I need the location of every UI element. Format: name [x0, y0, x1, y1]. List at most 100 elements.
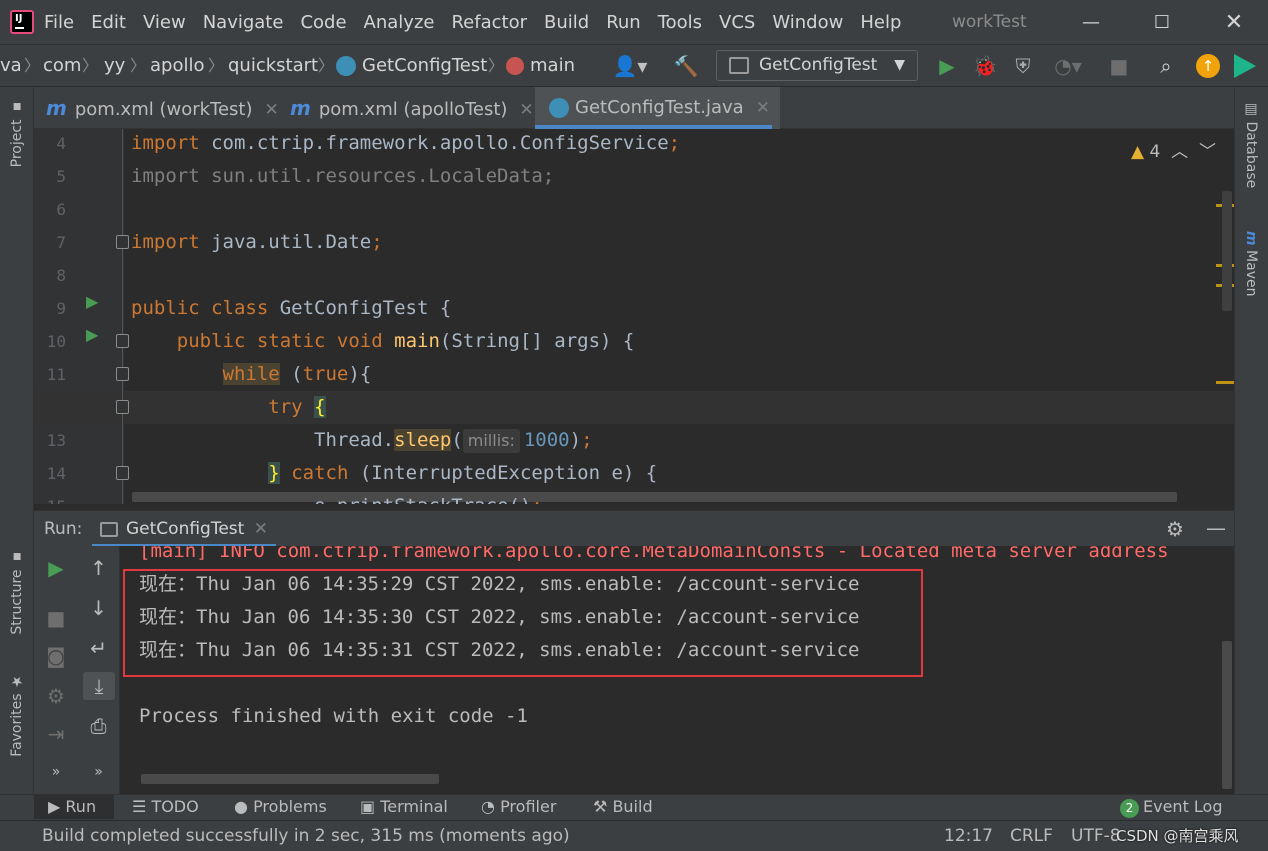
maven-tool-button[interactable]: m Maven	[1243, 231, 1259, 296]
breadcrumb-yy[interactable]: yy	[104, 45, 125, 87]
more-icon[interactable]: »	[78, 758, 119, 786]
tool-tab-problems[interactable]: ● Problems	[234, 795, 327, 819]
tab-getconfigtest-java[interactable]: GetConfigTest.java ✕	[535, 87, 780, 129]
play-icon: ▶	[48, 797, 61, 816]
menu-file[interactable]: File	[44, 0, 74, 45]
tab-pom-apollotest[interactable]: m pom.xml (apolloTest) ✕	[290, 87, 534, 129]
update-icon[interactable]: ↑	[1196, 54, 1220, 78]
menu-build[interactable]: Build	[544, 0, 589, 45]
menu-run[interactable]: Run	[606, 0, 641, 45]
breadcrumb-com[interactable]: com	[43, 45, 81, 87]
menu-refactor[interactable]: Refactor	[451, 0, 527, 45]
status-message[interactable]: Build completed successfully in 2 sec, 3…	[42, 821, 570, 851]
exit-icon[interactable]: ⇥	[34, 720, 78, 748]
tab-pom-worktest[interactable]: m pom.xml (workTest) ✕	[46, 87, 279, 129]
project-tool-button[interactable]: Project ▪	[9, 99, 25, 167]
toolbox-icon[interactable]	[1234, 54, 1256, 78]
user-dropdown-icon[interactable]: 👤▾	[610, 45, 650, 87]
fold-marker-icon[interactable]	[116, 367, 129, 381]
breadcrumb-java[interactable]: va	[0, 45, 22, 87]
database-tool-button[interactable]: ▤ Database	[1243, 101, 1259, 188]
breadcrumb-class[interactable]: GetConfigTest	[336, 45, 487, 87]
console-vertical-scrollbar[interactable]	[1222, 641, 1232, 789]
menu-vcs[interactable]: VCS	[719, 0, 755, 45]
menu-tools[interactable]: Tools	[658, 0, 702, 45]
fold-marker-icon[interactable]	[116, 334, 129, 348]
build-hammer-icon[interactable]: 🔨	[670, 45, 702, 87]
soft-wrap-icon[interactable]: ↵	[78, 634, 119, 662]
menu-help[interactable]: Help	[860, 0, 901, 45]
profile-icon[interactable]: ◔▾	[1044, 45, 1092, 87]
inspection-widget[interactable]: ▲ 4 ︿ ﹀	[1131, 137, 1216, 162]
menu-view[interactable]: View	[143, 0, 186, 45]
scroll-to-end-icon[interactable]: ⤓	[83, 672, 115, 700]
run-gutter-icon[interactable]: ▶	[86, 292, 98, 311]
close-window-button[interactable]: ✕	[1210, 0, 1258, 45]
gear-icon[interactable]: ⚙	[1166, 511, 1184, 547]
close-tab-icon[interactable]: ✕	[254, 519, 268, 539]
main-menu: File Edit View Navigate Code Analyze Ref…	[44, 0, 918, 45]
line-number: 8	[56, 266, 66, 285]
close-tab-icon[interactable]: ✕	[519, 100, 533, 120]
breadcrumb-apollo[interactable]: apollo	[150, 45, 204, 87]
menu-navigate[interactable]: Navigate	[203, 0, 284, 45]
arrow-up-icon[interactable]: ↑	[78, 554, 119, 582]
arrow-down-icon[interactable]: ↓	[78, 594, 119, 622]
minimize-button[interactable]: —	[1067, 0, 1115, 45]
stop-icon[interactable]: ■	[1104, 45, 1134, 87]
close-tab-icon[interactable]: ✕	[756, 98, 770, 118]
caret-position[interactable]: 12:17	[944, 821, 993, 851]
hammer-icon: ⚒	[593, 797, 608, 816]
breadcrumb-method-label: main	[530, 55, 575, 76]
tool-tab-terminal[interactable]: ▣ Terminal	[360, 795, 448, 819]
run-tab-getconfigtest[interactable]: GetConfigTest ✕	[92, 511, 276, 547]
code-token: catch	[291, 462, 349, 484]
code-token: 1000	[523, 429, 570, 451]
code-editor[interactable]: 456789101112131415 ▶ ▶ ▲ 4 ︿ ﹀ import co…	[34, 129, 1234, 504]
structure-tool-button[interactable]: Structure ▪	[9, 549, 25, 635]
run-panel-header: Run: GetConfigTest ✕ ⚙ —	[34, 510, 1234, 547]
run-configuration-select[interactable]: GetConfigTest ▼	[716, 50, 918, 81]
more-icon[interactable]: »	[34, 758, 78, 786]
fold-marker-icon[interactable]	[116, 235, 129, 249]
editor-vertical-scrollbar[interactable]	[1222, 191, 1232, 311]
hide-panel-icon[interactable]: —	[1206, 511, 1226, 545]
maven-icon: m	[1243, 231, 1259, 246]
console-horizontal-scrollbar[interactable]	[141, 774, 439, 784]
chevron-down-icon[interactable]: ﹀	[1199, 142, 1216, 162]
run-config-icon	[729, 57, 749, 74]
stop-icon[interactable]: ■	[34, 604, 78, 632]
file-encoding[interactable]: UTF-8	[1071, 821, 1121, 851]
tool-tab-run[interactable]: ▶ Run	[34, 795, 114, 819]
maximize-button[interactable]: ☐	[1138, 0, 1186, 45]
menu-window[interactable]: Window	[772, 0, 843, 45]
menu-analyze[interactable]: Analyze	[364, 0, 435, 45]
chevron-up-icon[interactable]: ︿	[1171, 142, 1188, 162]
search-icon[interactable]: ⌕	[1150, 45, 1182, 87]
console-output[interactable]: [main] INFO com.ctrip.framework.apollo.c…	[120, 546, 1234, 794]
tool-tab-label: Build	[612, 797, 653, 816]
run-gutter-icon[interactable]: ▶	[86, 325, 98, 344]
settings-icon[interactable]: ⚙	[34, 682, 78, 710]
menu-code[interactable]: Code	[300, 0, 346, 45]
breadcrumb-method[interactable]: main	[506, 45, 575, 87]
run-icon[interactable]: ▶	[932, 45, 962, 87]
event-log-button[interactable]: 2 Event Log	[1120, 795, 1223, 819]
breadcrumb-quickstart[interactable]: quickstart	[228, 45, 318, 87]
coverage-shield-icon[interactable]: ⛨	[1008, 45, 1038, 87]
fold-marker-icon[interactable]	[116, 466, 129, 480]
line-separator[interactable]: CRLF	[1010, 821, 1053, 851]
tool-tab-todo[interactable]: ☰ TODO	[132, 795, 199, 819]
fold-marker-icon[interactable]	[116, 400, 129, 414]
favorites-tool-button[interactable]: Favorites ★	[9, 673, 25, 757]
rerun-icon[interactable]: ▶	[34, 554, 78, 582]
print-icon[interactable]: ⎙	[78, 712, 119, 740]
tool-tab-build[interactable]: ⚒ Build	[593, 795, 653, 819]
debug-bug-icon[interactable]: 🐞	[970, 45, 1000, 87]
tool-tab-profiler[interactable]: ◔ Profiler	[481, 795, 556, 819]
menu-edit[interactable]: Edit	[91, 0, 126, 45]
warning-stripe[interactable]	[1216, 381, 1234, 384]
camera-icon[interactable]: ◙	[34, 642, 78, 670]
close-tab-icon[interactable]: ✕	[265, 100, 279, 120]
